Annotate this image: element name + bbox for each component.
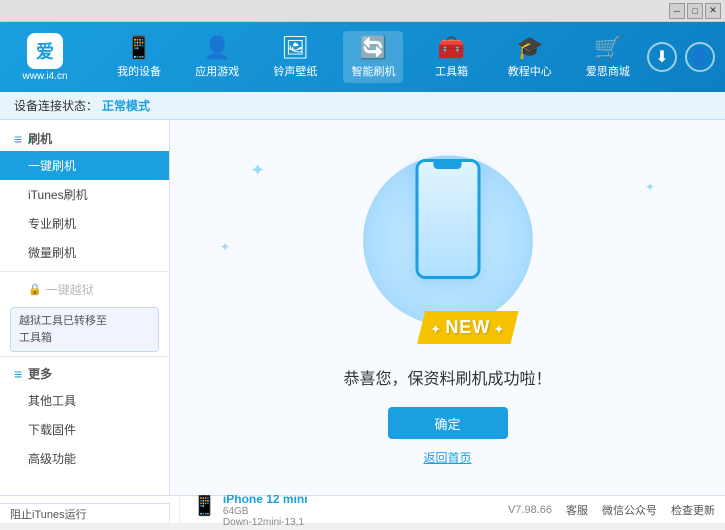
close-btn[interactable]: ✕ — [705, 3, 721, 19]
download-btn[interactable]: ⬇ — [647, 42, 677, 72]
sparkle-1: ✦ — [250, 160, 265, 181]
logo-icon: 爱 — [27, 33, 63, 69]
nav-label-toolbox: 工具箱 — [435, 63, 468, 79]
bottom-right: V7.98.66 客服 微信公众号 检查更新 — [508, 502, 715, 518]
user-btn[interactable]: 👤 — [685, 42, 715, 72]
phone-screen — [418, 162, 477, 276]
phone-illustration: NEW — [368, 149, 528, 349]
jailbreak-label: 一键越狱 — [46, 281, 94, 298]
logo-url: www.i4.cn — [22, 71, 67, 82]
main-layout: ≡ 刷机 一键刷机 iTunes刷机 专业刷机 微量刷机 🔒 一键越狱 越狱工具… — [0, 120, 725, 495]
nav-icon-toolbox: 🧰 — [438, 35, 465, 61]
nav-icon-tutorial: 🎓 — [516, 35, 543, 61]
lock-icon: 🔒 — [28, 283, 42, 296]
logo[interactable]: 爱 www.i4.cn — [10, 33, 80, 82]
jailbreak-notice: 越狱工具已转移至工具箱 — [10, 307, 159, 352]
sidebar-item-download-fw[interactable]: 下载固件 — [0, 415, 169, 444]
more-icon: ≡ — [14, 366, 22, 382]
phone-body — [415, 159, 480, 279]
status-value: 正常模式 — [102, 97, 150, 114]
nav-label-ringtone: 铃声壁纸 — [273, 63, 317, 79]
title-bar: ─ □ ✕ — [0, 0, 725, 22]
nav-label-smart-shop: 智能刷机 — [351, 63, 395, 79]
sidebar: ≡ 刷机 一键刷机 iTunes刷机 专业刷机 微量刷机 🔒 一键越狱 越狱工具… — [0, 120, 170, 495]
sidebar-section-flash: ≡ 刷机 — [0, 126, 169, 151]
sidebar-item-itunes-flash[interactable]: iTunes刷机 — [0, 180, 169, 209]
nav-item-app-game[interactable]: 👤 应用游戏 — [187, 31, 247, 83]
stop-itunes-bar[interactable]: 阻止iTunes运行 — [0, 503, 170, 523]
sidebar-section-more: ≡ 更多 — [0, 361, 169, 386]
nav-icon-ringtone: 🖼 — [281, 35, 309, 61]
back-home-link[interactable]: 返回首页 — [423, 449, 471, 466]
success-text: 恭喜您，保资料刷机成功啦！ — [343, 365, 551, 389]
device-details: iPhone 12 mini 64GB Down-12mini-13,1 — [223, 492, 308, 528]
flash-icon: ≡ — [14, 131, 22, 147]
device-info: 📱 iPhone 12 mini 64GB Down-12mini-13,1 — [180, 490, 508, 530]
wechat-link[interactable]: 微信公众号 — [602, 502, 657, 518]
nav-label-app-game: 应用游戏 — [195, 63, 239, 79]
sidebar-flash-label: 刷机 — [28, 130, 52, 147]
nav-item-toolbox[interactable]: 🧰 工具箱 — [422, 31, 482, 83]
nav-icon-smart-shop: 🔄 — [360, 35, 387, 61]
content-area: ✦ ✦ ✦ NEW 恭喜您，保资料刷机成功啦！ 确定 返回首页 — [170, 120, 725, 495]
sparkle-2: ✦ — [645, 180, 655, 194]
customer-service-link[interactable]: 客服 — [566, 502, 588, 518]
stop-itunes-label: 阻止iTunes运行 — [10, 506, 87, 522]
sidebar-item-advanced[interactable]: 高级功能 — [0, 444, 169, 473]
nav-icon-app-game: 👤 — [204, 35, 231, 61]
nav-label-shop: 爱思商城 — [586, 63, 630, 79]
nav-item-my-device[interactable]: 📱 我的设备 — [109, 31, 169, 83]
nav-item-tutorial[interactable]: 🎓 教程中心 — [500, 31, 560, 83]
divider-1 — [0, 271, 169, 272]
phone-notch — [434, 162, 462, 169]
status-prefix: 设备连接状态： — [14, 97, 98, 114]
divider-2 — [0, 356, 169, 357]
header-right: ⬇ 👤 — [647, 42, 715, 72]
sidebar-section-jailbreak: 🔒 一键越狱 — [0, 276, 169, 303]
nav-item-ringtone[interactable]: 🖼 铃声壁纸 — [265, 31, 325, 83]
nav-label-tutorial: 教程中心 — [508, 63, 552, 79]
device-storage: 64GB — [223, 506, 308, 517]
sparkle-3: ✦ — [220, 240, 230, 254]
nav-item-smart-shop[interactable]: 🔄 智能刷机 — [343, 31, 403, 83]
header: 爱 www.i4.cn 📱 我的设备 👤 应用游戏 🖼 铃声壁纸 🔄 智能刷机 🧰 工具箱 🎓 教程中… — [0, 22, 725, 92]
minimize-btn[interactable]: ─ — [669, 3, 685, 19]
device-model: Down-12mini-13,1 — [223, 517, 308, 528]
new-badge: NEW — [417, 311, 519, 344]
confirm-button[interactable]: 确定 — [388, 407, 508, 439]
nav-icon-my-device: 📱 — [125, 35, 152, 61]
device-phone-icon: 📱 — [192, 493, 217, 518]
sidebar-item-fix-flash[interactable]: 微量刷机 — [0, 238, 169, 267]
nav-item-shop[interactable]: 🛒 爱思商城 — [578, 31, 638, 83]
nav-icon-shop: 🛒 — [594, 35, 621, 61]
nav-label-my-device: 我的设备 — [117, 63, 161, 79]
sidebar-item-one-click-flash[interactable]: 一键刷机 — [0, 151, 169, 180]
maximize-btn[interactable]: □ — [687, 3, 703, 19]
sidebar-item-other-tools[interactable]: 其他工具 — [0, 386, 169, 415]
check-update-link[interactable]: 检查更新 — [671, 502, 715, 518]
version-text: V7.98.66 — [508, 504, 552, 516]
sidebar-item-pro-flash[interactable]: 专业刷机 — [0, 209, 169, 238]
sidebar-more-label: 更多 — [28, 365, 52, 382]
nav-bar: 📱 我的设备 👤 应用游戏 🖼 铃声壁纸 🔄 智能刷机 🧰 工具箱 🎓 教程中心 🛒 爱思商城 — [100, 31, 647, 83]
status-bar: 设备连接状态： 正常模式 — [0, 92, 725, 120]
